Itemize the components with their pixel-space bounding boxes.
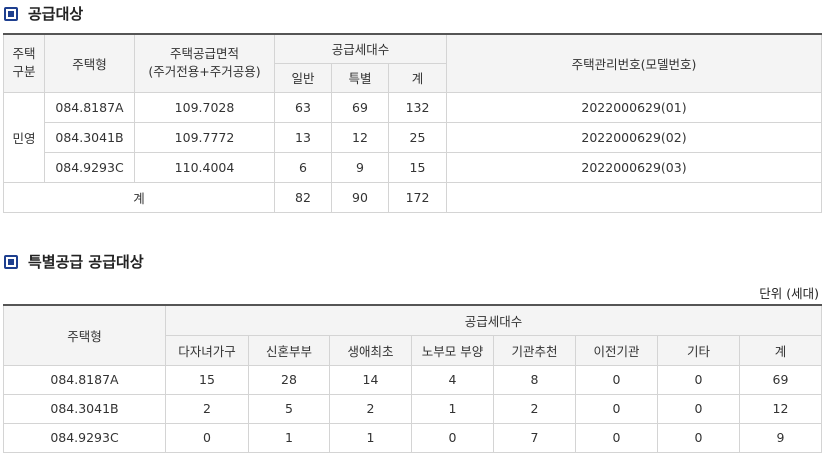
cell-type: 084.9293C	[44, 151, 135, 183]
cell-value: 0	[657, 422, 740, 453]
cell-value: 0	[165, 422, 249, 453]
sum-total: 172	[387, 181, 448, 213]
cell-value: 2	[165, 393, 249, 424]
header-house-type: 주택형	[44, 33, 135, 93]
cell-total: 9	[738, 422, 823, 453]
header-housing-type: 주택 구분	[3, 33, 45, 93]
header-area: 주택공급면적 (주거전용+주거공용)	[134, 33, 275, 93]
header-other: 기타	[657, 334, 740, 366]
table-row: 084.3041B 2 5 2 1 2 0 0 12	[3, 393, 823, 424]
header-total: 계	[387, 62, 448, 93]
table-row: 084.9293C 0 1 1 0 7 0 0 9	[3, 422, 823, 453]
cell-value: 14	[329, 364, 412, 395]
cell-value: 0	[657, 364, 740, 395]
cell-value: 1	[248, 422, 330, 453]
cell-value: 8	[493, 364, 576, 395]
cell-mgmt: 2022000629(03)	[446, 151, 823, 183]
cell-total: 25	[387, 121, 448, 153]
cell-special: 9	[331, 151, 389, 183]
table-row: 084.3041B 109.7772 13 12 25 2022000629(0…	[4, 121, 823, 153]
cell-value: 0	[575, 422, 658, 453]
cell-value: 28	[248, 364, 330, 395]
cell-value: 0	[657, 393, 740, 424]
table-row: 민영 084.8187A 109.7028 63 69 132 20220006…	[3, 91, 823, 183]
square-bullet-icon	[4, 254, 18, 269]
header-house-type: 주택형	[3, 304, 166, 366]
cell-value: 2	[329, 393, 412, 424]
cell-general: 13	[274, 121, 332, 153]
unit-label: 단위 (세대)	[759, 286, 819, 301]
cell-value: 0	[575, 393, 658, 424]
header-first-time: 생애최초	[329, 334, 412, 366]
section-title-supply: 공급대상	[4, 3, 83, 24]
header-total: 계	[738, 334, 823, 366]
header-elderly-parent: 노부모 부양	[411, 334, 494, 366]
cell-special: 69	[331, 91, 389, 123]
sum-label: 계	[3, 181, 275, 213]
header-relocated: 이전기관	[575, 334, 658, 366]
sum-row: 계 82 90 172	[3, 181, 823, 213]
cell-special: 12	[331, 121, 389, 153]
cell-value: 0	[411, 422, 494, 453]
header-mgmt-no: 주택관리번호(모델번호)	[446, 33, 823, 93]
section-title-text: 특별공급 공급대상	[28, 253, 144, 271]
sum-general: 82	[274, 181, 332, 213]
cell-mgmt: 2022000629(01)	[446, 91, 823, 123]
header-agency: 기관추천	[493, 334, 576, 366]
category-cell: 민영	[3, 91, 45, 183]
cell-value: 4	[411, 364, 494, 395]
cell-value: 0	[575, 364, 658, 395]
cell-total: 15	[387, 151, 448, 183]
header-multi-child: 다자녀가구	[165, 334, 249, 366]
special-supply-table: 주택형 공급세대수 다자녀가구 신혼부부 생애최초 노부모 부양 기관추천 이전…	[3, 304, 823, 453]
cell-area: 109.7772	[134, 121, 275, 153]
cell-value: 7	[493, 422, 576, 453]
header-newlywed: 신혼부부	[248, 334, 330, 366]
table-row: 084.8187A 15 28 14 4 8 0 0 69	[3, 364, 823, 395]
section-title-special: 특별공급 공급대상	[4, 251, 144, 272]
cell-total: 69	[738, 364, 823, 395]
cell-type: 084.3041B	[3, 393, 166, 424]
header-households: 공급세대수	[273, 33, 448, 64]
cell-area: 110.4004	[134, 151, 275, 183]
cell-mgmt: 2022000629(02)	[446, 121, 823, 153]
cell-value: 15	[165, 364, 249, 395]
cell-type: 084.8187A	[44, 91, 135, 123]
table-row: 084.9293C 110.4004 6 9 15 2022000629(03)	[4, 151, 823, 183]
cell-total: 132	[387, 91, 448, 123]
cell-type: 084.3041B	[44, 121, 135, 153]
cell-value: 5	[248, 393, 330, 424]
cell-total: 12	[738, 393, 823, 424]
cell-value: 2	[493, 393, 576, 424]
cell-general: 63	[274, 91, 332, 123]
header-special: 특별	[331, 62, 389, 93]
cell-area: 109.7028	[134, 91, 275, 123]
sum-special: 90	[331, 181, 389, 213]
section-title-text: 공급대상	[28, 5, 84, 23]
cell-value: 1	[329, 422, 412, 453]
cell-general: 6	[274, 151, 332, 183]
header-households: 공급세대수	[164, 304, 823, 336]
header-general: 일반	[274, 62, 332, 93]
square-bullet-icon	[4, 6, 18, 21]
supply-table: 주택 구분 주택형 주택공급면적 (주거전용+주거공용) 공급세대수 주택관리번호(…	[3, 33, 823, 213]
sum-mgmt-empty	[446, 181, 823, 213]
cell-type: 084.8187A	[3, 364, 166, 395]
cell-type: 084.9293C	[3, 422, 166, 453]
cell-value: 1	[411, 393, 494, 424]
